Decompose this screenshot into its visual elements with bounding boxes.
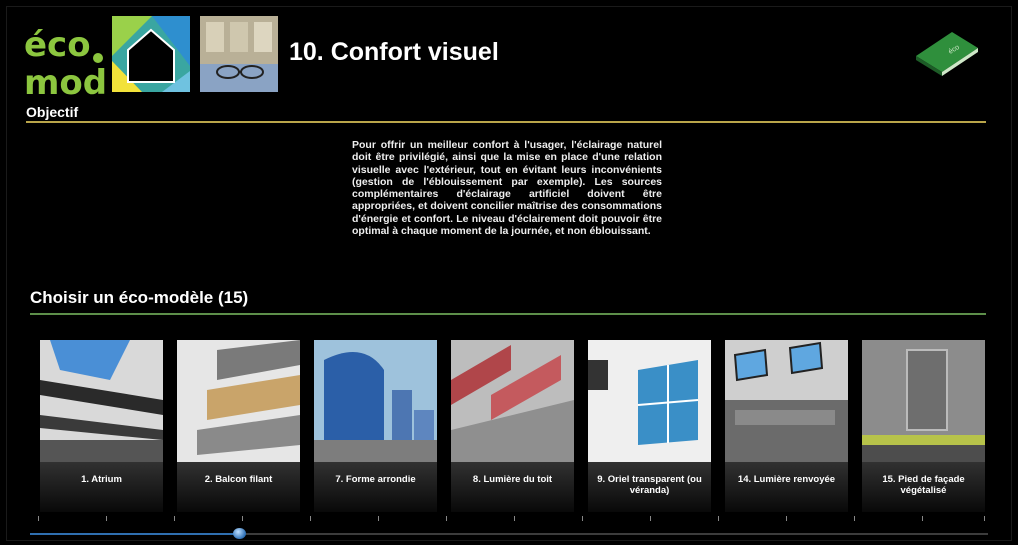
book-icon[interactable]: éco (912, 26, 980, 76)
page-title: 10. Confort visuel (289, 38, 499, 66)
card-label: 2. Balcon filant (204, 474, 273, 485)
card-label: 8. Lumière du toit (472, 474, 553, 485)
lumiere-toit-image (451, 340, 574, 462)
card-forme-arrondie[interactable]: 7. Forme arrondie (314, 340, 437, 512)
card-label: 14. Lumière renvoyée (737, 474, 836, 485)
balcon-image (177, 340, 300, 462)
svg-text:éco: éco (24, 25, 91, 65)
objectif-heading: Objectif (26, 104, 79, 120)
card-lumiere-renvoyee[interactable]: 14. Lumière renvoyée (725, 340, 848, 512)
section-title: Choisir un éco-modèle (15) (30, 288, 249, 307)
objectif-description: Pour offrir un meilleur confort à l'usag… (352, 139, 662, 238)
carousel-slider-knob[interactable] (233, 528, 246, 539)
card-lumiere-du-toit[interactable]: 8. Lumière du toit (451, 340, 574, 512)
card-pied-de-facade[interactable]: 15. Pied de façade végétalisé (862, 340, 985, 512)
lumiere-renvoyee-image (725, 340, 848, 462)
eco-model-carousel: 1. Atrium 2. Balcon filant 7. Forme arro… (40, 340, 985, 512)
eco-mod-logo[interactable]: éco mod (22, 16, 106, 104)
card-atrium[interactable]: 1. Atrium (40, 340, 163, 512)
forme-arrondie-image (314, 340, 437, 462)
card-label: 1. Atrium (81, 474, 122, 485)
svg-text:mod: mod (24, 63, 106, 103)
oriel-image (588, 340, 711, 462)
carousel-slider-fill (30, 533, 240, 535)
card-label: 15. Pied de façade végétalisé (882, 474, 965, 496)
card-label: 7. Forme arrondie (335, 474, 416, 485)
pied-facade-image (862, 340, 985, 462)
house-category-thumbnail[interactable] (112, 16, 190, 92)
section-divider (30, 313, 986, 315)
card-label: 9. Oriel transparent (ou véranda) (597, 474, 702, 496)
card-balcon-filant[interactable]: 2. Balcon filant (177, 340, 300, 512)
atrium-image (40, 340, 163, 462)
objectif-divider (26, 121, 986, 123)
slider-ticks (38, 516, 988, 524)
confort-visuel-thumbnail[interactable] (200, 16, 278, 92)
card-oriel-transparent[interactable]: 9. Oriel transparent (ou véranda) (588, 340, 711, 512)
